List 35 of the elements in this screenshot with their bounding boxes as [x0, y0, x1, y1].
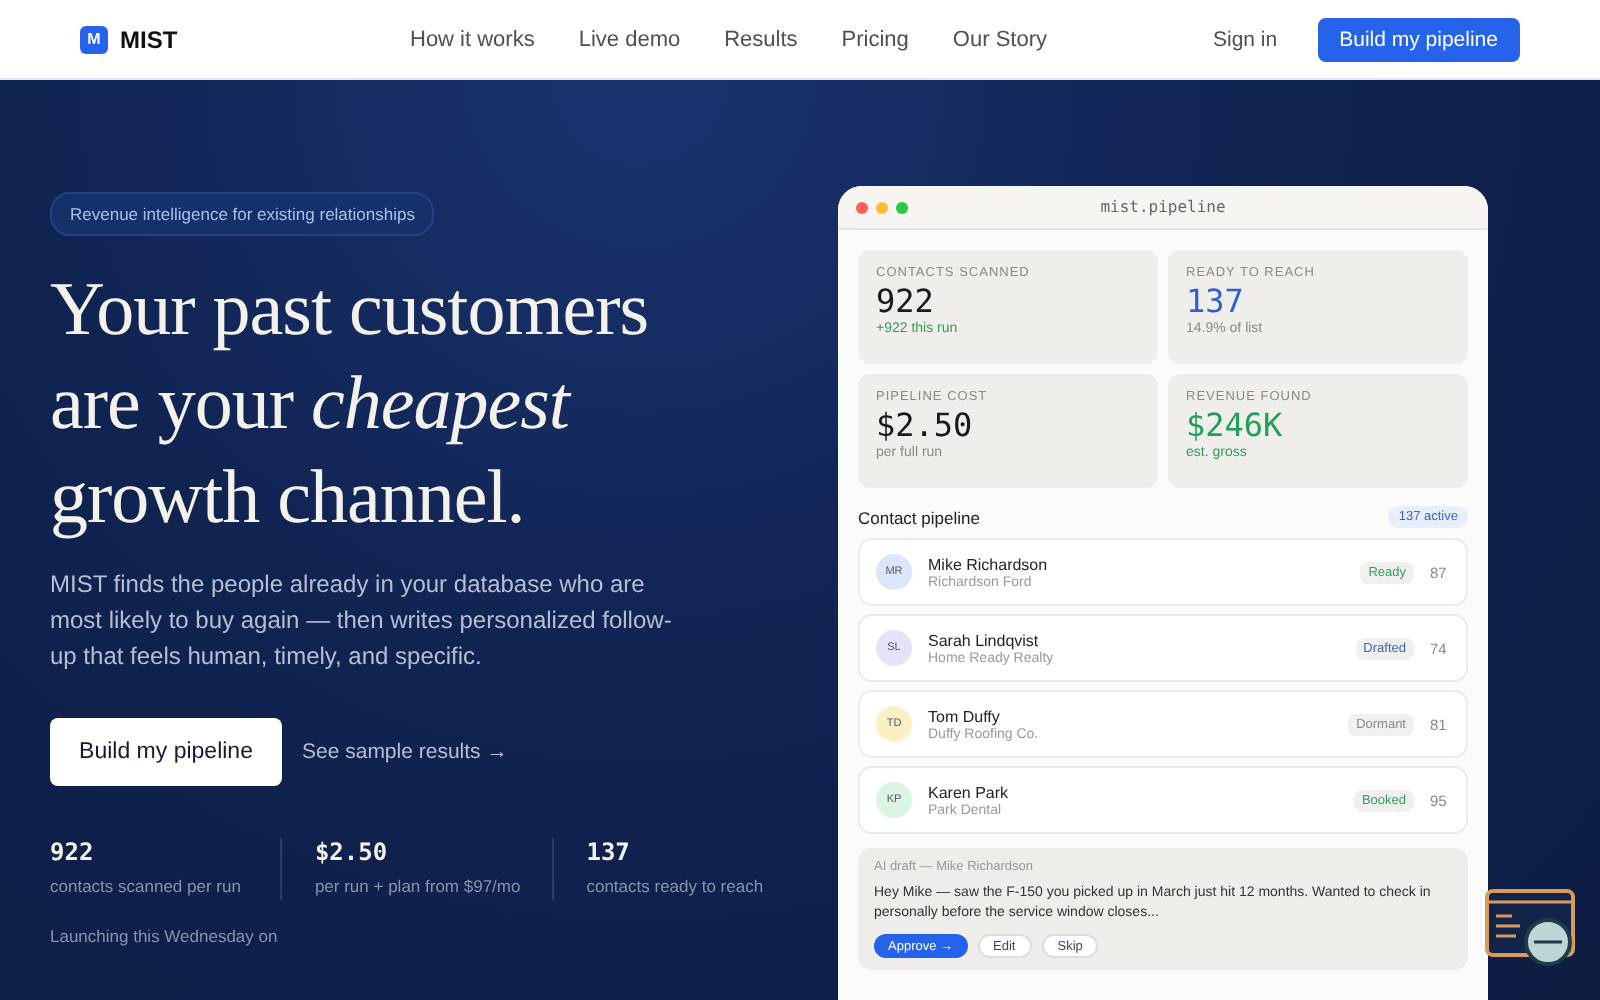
minimize-dot-icon: [876, 201, 888, 213]
contact-name: Karen Park: [928, 783, 1011, 801]
metric-value: $2.50: [876, 406, 975, 445]
nav-link[interactable]: How it works: [410, 27, 535, 51]
nav-cta-button[interactable]: Build my pipeline: [1317, 17, 1520, 61]
maximize-dot-icon: [896, 201, 908, 213]
stat-label: per run + plan from $97/mo: [314, 874, 521, 900]
stat-value: $2.50: [314, 838, 390, 866]
nav-link[interactable]: Pricing: [841, 27, 909, 51]
nav-link[interactable]: Live demo: [578, 27, 681, 51]
build-pipeline-button[interactable]: Build my pipeline: [50, 718, 282, 786]
tagline-pill: Revenue intelligence for existing relationships: [50, 192, 435, 236]
contact-name: Sarah Lindqvist: [928, 631, 1041, 649]
close-dot-icon: [856, 201, 868, 213]
brand-name[interactable]: MIST: [120, 25, 178, 53]
sample-results-link[interactable]: See sample results →: [302, 740, 508, 764]
logo-mark[interactable]: M: [80, 25, 108, 53]
browser-search-icon[interactable]: [1484, 888, 1580, 972]
contact-name: Tom Duffy: [928, 707, 1002, 725]
launch-note: Launching this Wednesday on: [50, 924, 280, 950]
window-title: mist.pipeline: [1098, 198, 1228, 216]
metric-value: 922: [876, 282, 936, 321]
stat-value: 922: [50, 838, 96, 866]
headline: Your past customers are your cheapest growth channel.: [50, 266, 651, 544]
stat-value: 137: [586, 838, 632, 866]
nav-link[interactable]: Our Story: [952, 27, 1047, 51]
hero-description: MIST finds the people already in your database who are most likely to buy again — then writes personalized follow-up that feels human, timely, and specific.: [50, 568, 674, 674]
section-title: Contact pipeline: [858, 507, 980, 527]
stat-label: contacts scanned per run: [50, 874, 241, 900]
contact-name: Mike Richardson: [928, 555, 1050, 573]
metric-value: 137: [1186, 282, 1246, 322]
sign-in-link[interactable]: Sign in: [1213, 27, 1278, 51]
nav-link[interactable]: Results: [724, 27, 798, 51]
metric-value: $246K: [1186, 406, 1285, 446]
stat-label: contacts ready to reach: [586, 874, 764, 900]
